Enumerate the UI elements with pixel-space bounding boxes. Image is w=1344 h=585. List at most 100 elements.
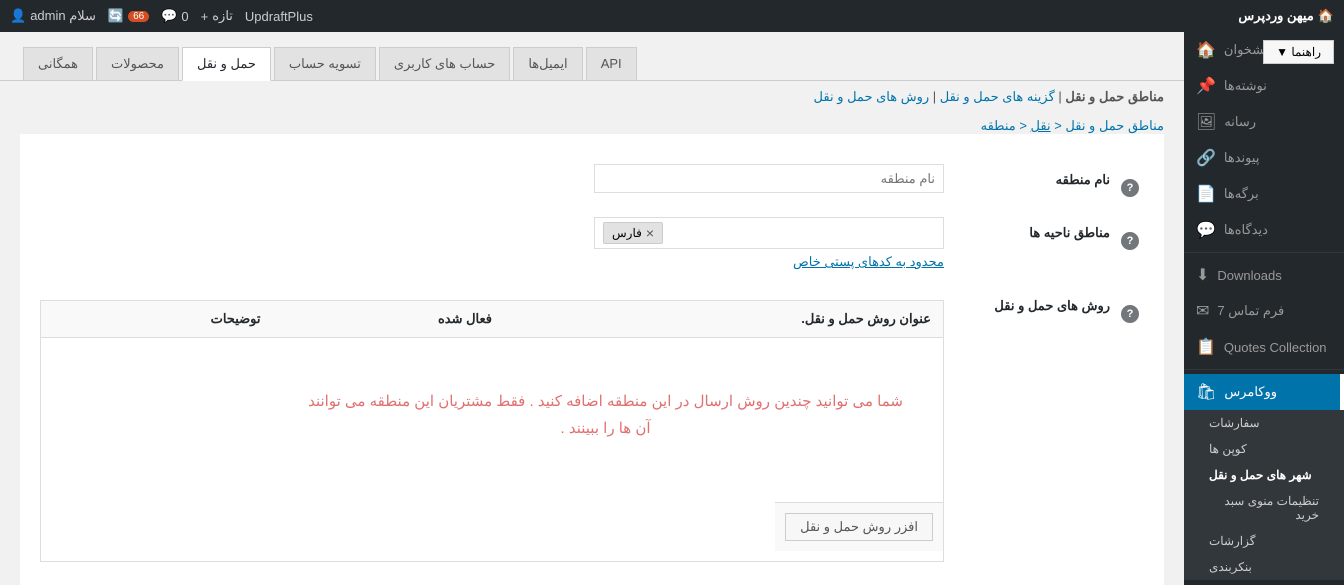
zone-regions-help-icon[interactable]: ?: [1121, 232, 1139, 250]
settings-form: ? نام منطقه ? مناطق ناحیه ها: [40, 154, 1144, 572]
zone-regions-row: ? مناطق ناحیه ها × فارس محدود به کده: [40, 207, 1144, 280]
help-label: راهنما ▼: [1276, 45, 1321, 59]
media-label: رسانه: [1224, 114, 1256, 130]
menu-separator-2: [1184, 369, 1344, 370]
shipping-methods-row: ? روش های حمل و نقل عنوان روش حمل و نقل.: [40, 280, 1144, 572]
dashboard-icon: 🏠: [1196, 40, 1216, 60]
breadcrumb-link-2[interactable]: روش های حمل و نقل: [814, 89, 930, 104]
quotes-icon: 📋: [1196, 337, 1216, 357]
comments-label: دیدگاه‌ها: [1224, 222, 1268, 238]
settings-label: بنکربندی: [1209, 560, 1252, 574]
col-enabled: فعال شده: [273, 301, 505, 338]
tab-shipping[interactable]: حمل و نقل: [182, 47, 271, 81]
comment-count: 0: [181, 9, 188, 24]
tab-api[interactable]: API: [586, 47, 637, 80]
sidebar-item-links[interactable]: پیوندها 🔗: [1184, 140, 1344, 176]
shipping-methods-table: عنوان روش حمل و نقل. فعال شده توضیحات: [40, 300, 944, 562]
new-label: تازه: [212, 8, 233, 24]
region-search-input[interactable]: [668, 226, 935, 241]
posts-label: نوشته‌ها: [1224, 78, 1267, 94]
main-layout: پیشخوان 🏠 نوشته‌ها 📌 رسانه 🖼 پیوندها 🔗 ب…: [0, 32, 1344, 585]
links-icon: 🔗: [1196, 148, 1216, 168]
empty-line2: آن ها را ببینند .: [561, 420, 651, 437]
sidebar-item-contact7[interactable]: فرم تماس 7 ✉: [1184, 293, 1344, 329]
updates-link[interactable]: 66 🔄: [108, 8, 149, 24]
zone-regions-label: مناطق ناحیه ها: [1029, 225, 1110, 241]
submenu-settings[interactable]: بنکربندی: [1184, 554, 1344, 580]
quotes-label: Quotes Collection: [1224, 340, 1327, 355]
sidebar-item-comments[interactable]: دیدگاه‌ها 💬: [1184, 212, 1344, 248]
reports-label: گزارشات: [1209, 534, 1255, 548]
updates-count: 66: [128, 11, 149, 22]
add-shipping-method-button[interactable]: افزر روش حمل و نقل: [785, 513, 933, 541]
restrict-link[interactable]: محدود به کدهای پستی خاص: [40, 254, 944, 270]
zone-name-input[interactable]: [594, 164, 944, 193]
breadcrumb-link-1[interactable]: گزینه های حمل و نقل: [940, 89, 1055, 104]
submenu-reports[interactable]: گزارشات: [1184, 528, 1344, 554]
zone-name-row: ? نام منطقه: [40, 154, 1144, 207]
pages-icon: 📄: [1196, 184, 1216, 204]
site-link[interactable]: 🏠 میهن وردپرس: [1238, 8, 1334, 24]
remove-tag-fars[interactable]: ×: [646, 225, 654, 241]
submenu-shipping-zones[interactable]: شهر های حمل و نقل: [1184, 462, 1344, 488]
tab-products[interactable]: محصولات: [96, 47, 179, 80]
submenu-coupons[interactable]: کوپن ها: [1184, 436, 1344, 462]
user-greeting[interactable]: سلام admin 👤: [10, 8, 96, 24]
submenu-orders[interactable]: سفارشات: [1184, 410, 1344, 436]
add-method-row: افزر روش حمل و نقل: [41, 492, 943, 561]
methods-empty-row: شما می توانید چندین روش ارسال در این منط…: [41, 338, 943, 492]
shipping-methods-help-icon[interactable]: ?: [1121, 305, 1139, 323]
sidebar-item-woocommerce[interactable]: ووکامرس 🛍: [1184, 374, 1344, 410]
new-content-link[interactable]: تازه +: [201, 8, 233, 24]
methods-empty-message: شما می توانید چندین روش ارسال در این منط…: [268, 348, 943, 482]
updates-icon: 🔄: [108, 8, 124, 24]
comments-icon: 💬: [1196, 220, 1216, 240]
media-icon: 🖼: [1196, 112, 1216, 132]
site-name: میهن وردپرس: [1238, 8, 1313, 24]
tag-label-fars: فارس: [612, 226, 642, 240]
page-title-wrap: مناطق حمل و نقل < نقل < منطقه: [0, 113, 1184, 134]
links-label: پیوندها: [1224, 150, 1260, 166]
tab-account[interactable]: تسویه حساب: [274, 47, 376, 80]
shipping-zones-label: شهر های حمل و نقل: [1209, 468, 1312, 482]
updraftplus-link[interactable]: UpdraftPlus: [245, 9, 313, 24]
help-button[interactable]: راهنما ▼: [1263, 40, 1334, 64]
downloads-icon: ⬇: [1196, 265, 1209, 285]
comments-link[interactable]: 0 💬: [161, 8, 188, 24]
sidebar-item-posts[interactable]: نوشته‌ها 📌: [1184, 68, 1344, 104]
col-title: عنوان روش حمل و نقل.: [504, 301, 943, 338]
zone-regions-input-wrap[interactable]: × فارس: [594, 217, 944, 249]
tab-general[interactable]: همگانی: [23, 47, 93, 80]
sidebar-item-quotes[interactable]: Quotes Collection 📋: [1184, 329, 1344, 365]
tab-emails[interactable]: ایمیل‌ها: [513, 47, 582, 80]
sidebar: پیشخوان 🏠 نوشته‌ها 📌 رسانه 🖼 پیوندها 🔗 ب…: [1184, 32, 1344, 585]
sidebar-item-pages[interactable]: برگه‌ها 📄: [1184, 176, 1344, 212]
zone-name-label: نام منطقه: [1056, 172, 1110, 188]
zone-name-help-icon[interactable]: ?: [1121, 179, 1139, 197]
add-method-action-row: افزر روش حمل و نقل: [775, 502, 943, 551]
adminbar-left: UpdraftPlus تازه + 0 💬 66 🔄 سلام admin 👤: [10, 8, 313, 24]
adminbar-right: 🏠 میهن وردپرس: [1238, 8, 1334, 24]
user-greeting-text: سلام admin: [30, 8, 96, 24]
page-title-link[interactable]: مناطق حمل و نقل < نقل < منطقه: [981, 118, 1164, 133]
breadcrumb: مناطق حمل و نقل | گزینه های حمل و نقل | …: [0, 81, 1184, 113]
tab-user-accounts[interactable]: حساب های کاربری: [379, 47, 510, 80]
orders-label: سفارشات: [1209, 416, 1260, 430]
contact7-icon: ✉: [1196, 301, 1209, 321]
col-description: توضیحات: [41, 301, 273, 338]
downloads-label: Downloads: [1217, 268, 1281, 283]
woocommerce-icon: 🛍: [1196, 382, 1216, 402]
methods-table-header: عنوان روش حمل و نقل. فعال شده توضیحات: [41, 301, 943, 338]
menu-separator-1: [1184, 252, 1344, 253]
region-tag-fars: × فارس: [603, 222, 663, 244]
woocommerce-submenu: سفارشات کوپن ها شهر های حمل و نقل تنظیما…: [1184, 410, 1344, 580]
sidebar-item-media[interactable]: رسانه 🖼: [1184, 104, 1344, 140]
posts-icon: 📌: [1196, 76, 1216, 96]
page-content-area: ? نام منطقه ? مناطق ناحیه ها: [20, 134, 1164, 585]
sidebar-item-downloads[interactable]: Downloads ⬇: [1184, 257, 1344, 293]
contact7-label: فرم تماس 7: [1217, 303, 1284, 319]
admin-bar: 🏠 میهن وردپرس UpdraftPlus تازه + 0 💬 66 …: [0, 0, 1344, 32]
updraftplus-label: UpdraftPlus: [245, 9, 313, 24]
empty-line1: شما می توانید چندین روش ارسال در این منط…: [308, 393, 903, 410]
submenu-menu-settings[interactable]: تنظیمات منوی سبد خرید: [1184, 488, 1344, 528]
